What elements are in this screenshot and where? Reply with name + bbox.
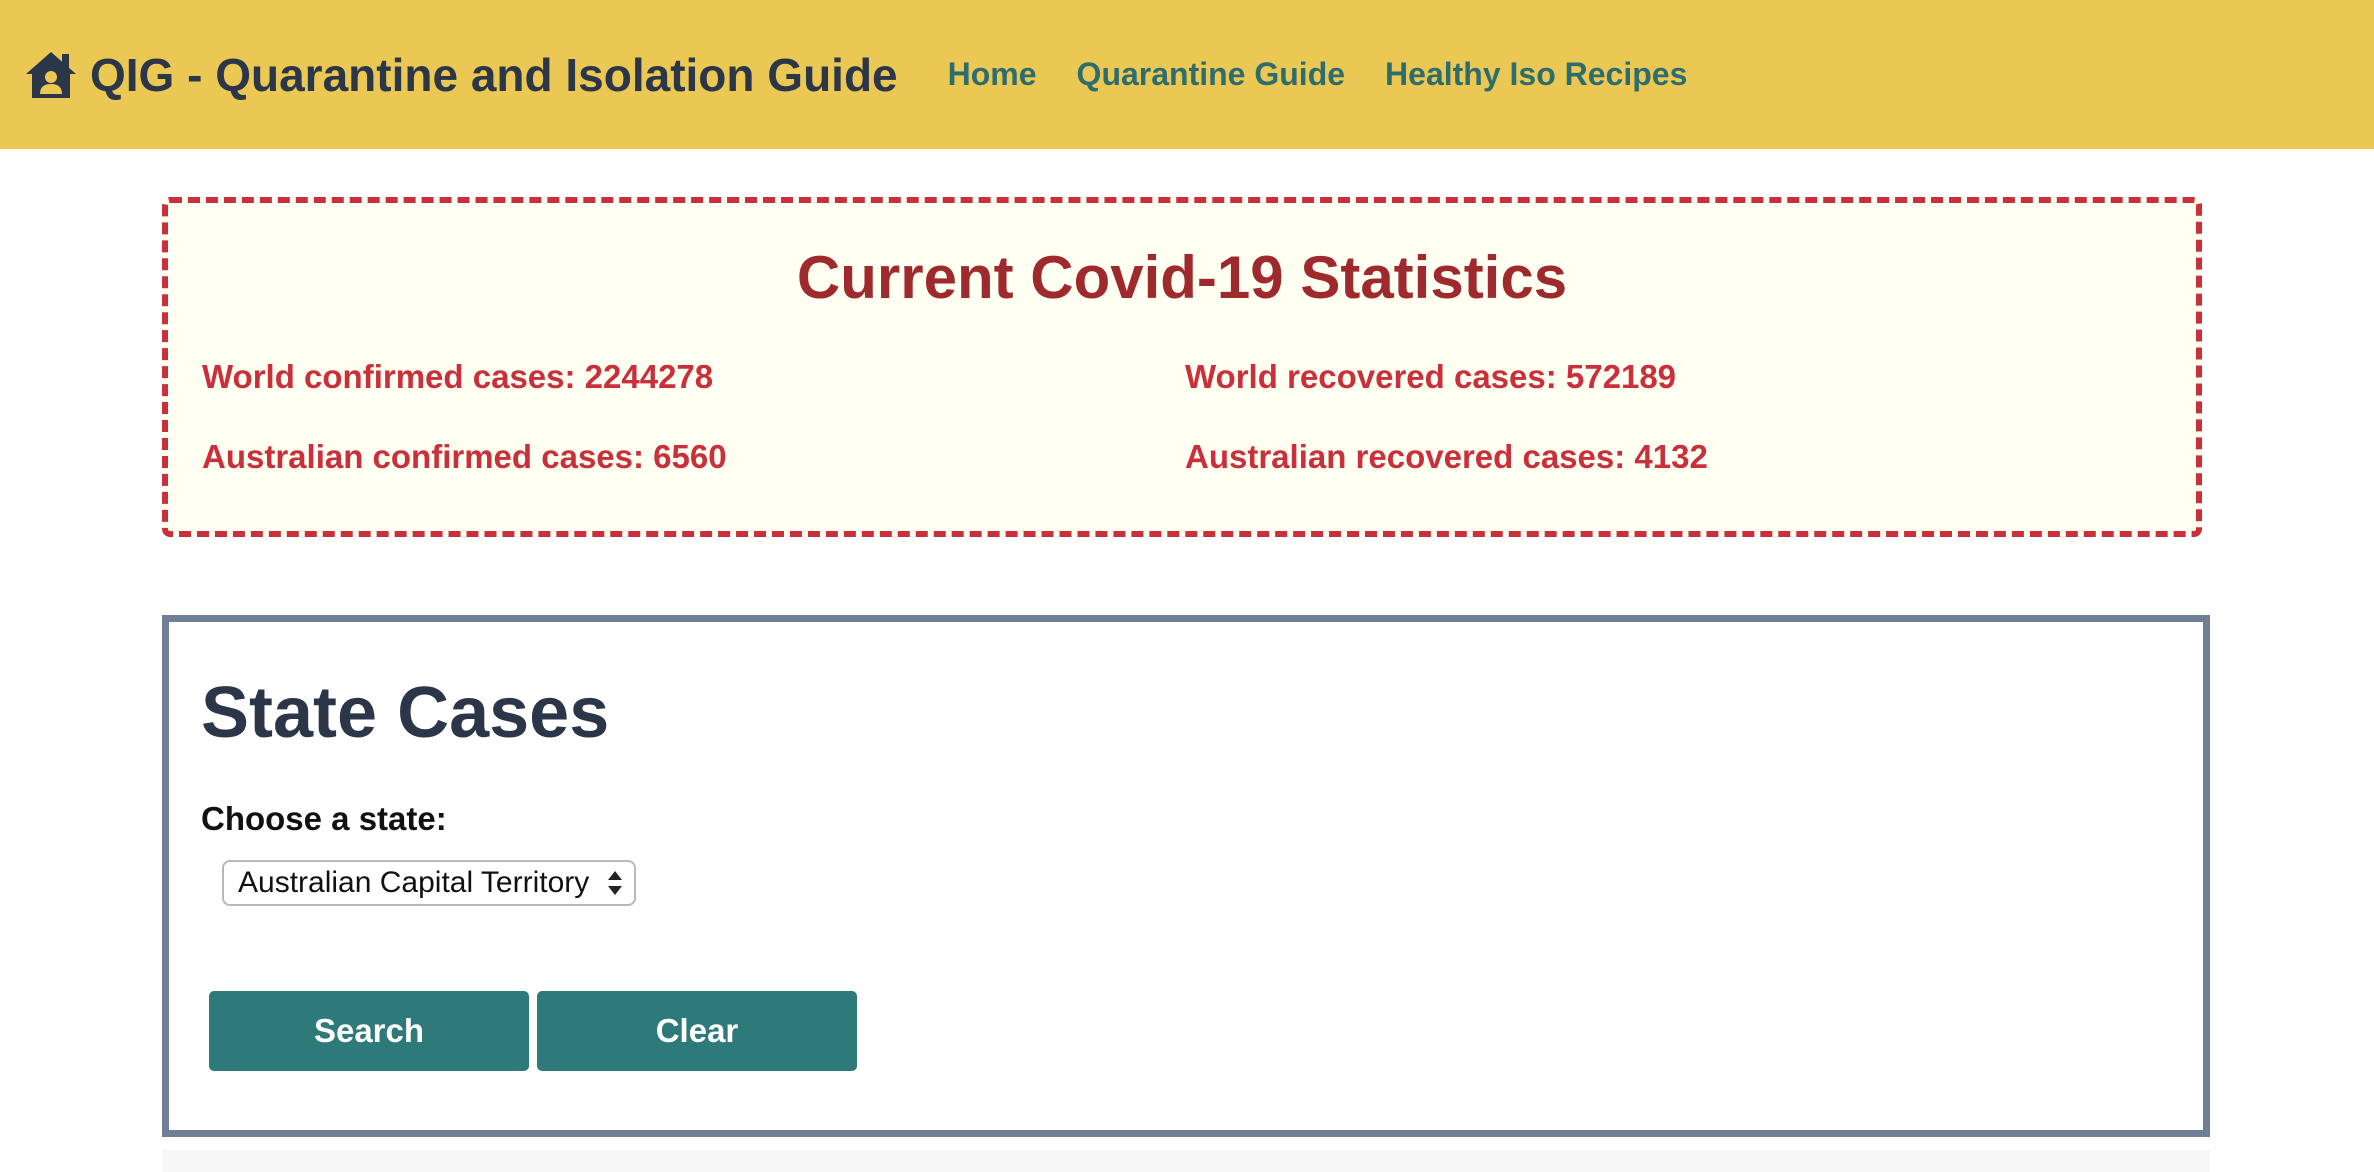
covid-stats-panel: Current Covid-19 Statistics World confir… [162, 197, 2202, 537]
choose-state-label: Choose a state: [201, 800, 447, 837]
brand-link[interactable]: QIG - Quarantine and Isolation Guide [24, 48, 898, 102]
state-cases-panel: State Cases Choose a state: Australian C… [162, 615, 2210, 1137]
nav-quarantine-guide-link[interactable]: Quarantine Guide [1077, 56, 1345, 93]
aus-confirmed-stat: Australian confirmed cases: 6560 [202, 438, 727, 475]
aus-recovered-stat: Australian recovered cases: 4132 [1185, 438, 1708, 475]
search-button[interactable]: Search [209, 991, 529, 1071]
top-navbar: QIG - Quarantine and Isolation Guide Hom… [0, 0, 2374, 149]
nav-links: Home Quarantine Guide Healthy Iso Recipe… [948, 56, 1728, 93]
world-recovered-stat: World recovered cases: 572189 [1185, 358, 1677, 395]
page-bottom-divider [162, 1150, 2210, 1172]
world-confirmed-stat: World confirmed cases: 2244278 [202, 358, 714, 395]
state-cases-title: State Cases [201, 673, 610, 753]
nav-healthy-iso-recipes-link[interactable]: Healthy Iso Recipes [1385, 56, 1687, 93]
select-arrows-icon [608, 871, 622, 895]
state-select-value: Australian Capital Territory [238, 866, 590, 899]
stats-title: Current Covid-19 Statistics [796, 244, 1568, 311]
clear-button[interactable]: Clear [537, 991, 857, 1071]
house-user-icon [26, 51, 76, 98]
state-select[interactable]: Australian Capital Territory [222, 860, 636, 906]
nav-home-link[interactable]: Home [948, 56, 1037, 93]
brand-title: QIG - Quarantine and Isolation Guide [90, 48, 898, 101]
